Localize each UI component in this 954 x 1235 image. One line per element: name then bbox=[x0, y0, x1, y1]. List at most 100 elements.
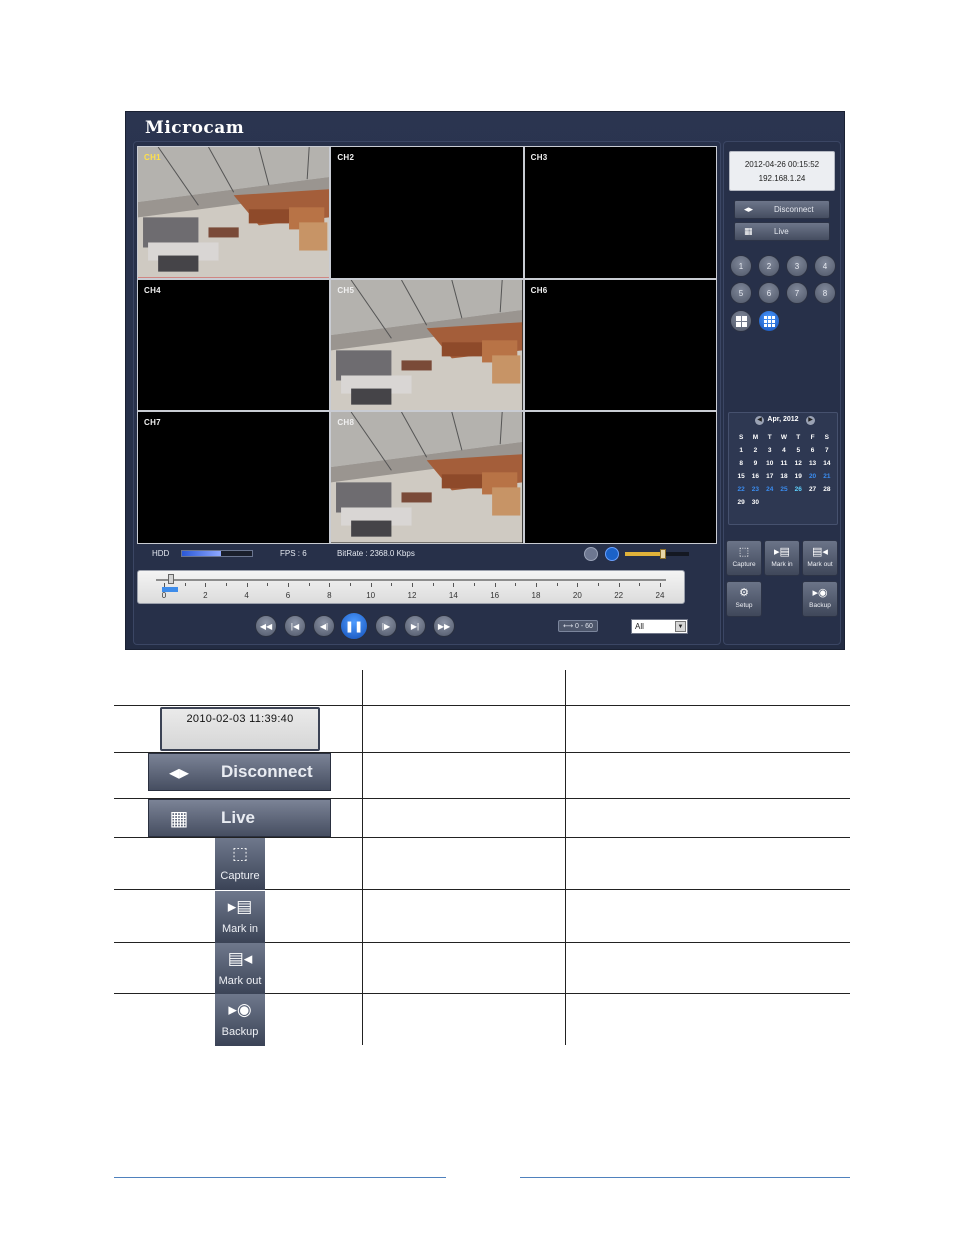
calendar-day[interactable]: 13 bbox=[805, 460, 819, 469]
channel-cell[interactable]: CH7 bbox=[138, 412, 330, 543]
camera-feed bbox=[138, 147, 330, 278]
calendar-day[interactable]: 9 bbox=[748, 460, 762, 469]
calendar-day[interactable]: 25 bbox=[777, 486, 791, 495]
calendar-day[interactable]: 27 bbox=[805, 486, 819, 495]
range-button[interactable]: ⟷ 0 - 60 bbox=[558, 620, 598, 632]
channel-button-1[interactable]: 1 bbox=[730, 255, 752, 277]
volume-knob[interactable] bbox=[660, 549, 667, 559]
calendar-day[interactable]: 30 bbox=[748, 499, 762, 508]
channel-cell[interactable]: CH6 bbox=[524, 279, 716, 411]
channel-cell[interactable]: CH8 bbox=[331, 412, 523, 543]
backup-sample-label: Backup bbox=[221, 1026, 259, 1038]
calendar-day[interactable]: 4 bbox=[777, 447, 791, 456]
capture-button[interactable]: ⬚ Capture bbox=[726, 540, 762, 576]
timeline-tick-label: 18 bbox=[531, 591, 541, 600]
calendar-day[interactable]: 5 bbox=[791, 447, 805, 456]
channel-cell[interactable]: CH4 bbox=[138, 279, 330, 411]
channel-label: CH7 bbox=[144, 418, 161, 428]
volume-slider[interactable] bbox=[625, 549, 689, 559]
speaker-icon[interactable] bbox=[584, 547, 598, 561]
timeline-minor-tick bbox=[598, 583, 599, 586]
timeline-handle[interactable] bbox=[168, 574, 174, 584]
calendar-day[interactable]: 20 bbox=[805, 473, 819, 482]
skip-start-button[interactable]: |◀ bbox=[284, 615, 306, 637]
hdd-usage-fill bbox=[182, 551, 221, 556]
calendar-day[interactable]: 14 bbox=[820, 460, 834, 469]
chevron-down-icon[interactable]: ▼ bbox=[675, 621, 686, 632]
step-forward-button[interactable]: |▶ bbox=[375, 615, 397, 637]
mark-out-button[interactable]: ▤◂ Mark out bbox=[802, 540, 838, 576]
channel-cell[interactable]: CH1 bbox=[138, 147, 330, 278]
step-back-button[interactable]: ◀| bbox=[313, 615, 335, 637]
timeline-tick bbox=[577, 583, 579, 587]
setup-button[interactable]: ⚙ Setup bbox=[726, 581, 762, 617]
channel-label: CH2 bbox=[337, 153, 355, 162]
layout-3x3-button[interactable] bbox=[758, 310, 780, 332]
channel-button-2[interactable]: 2 bbox=[758, 255, 780, 277]
timeline-tick-label: 6 bbox=[285, 591, 291, 600]
capture-sample-label: Capture bbox=[220, 870, 260, 882]
calendar-day[interactable]: 1 bbox=[734, 447, 748, 456]
calendar-day[interactable]: 8 bbox=[734, 460, 748, 469]
calendar-weekday: S bbox=[824, 434, 830, 441]
calendar-day[interactable]: 21 bbox=[820, 473, 834, 482]
calendar-day[interactable]: 23 bbox=[748, 486, 762, 495]
calendar-day[interactable]: 7 bbox=[820, 447, 834, 456]
timeline-minor-tick bbox=[474, 583, 475, 586]
fps-readout: FPS : 6 bbox=[280, 549, 307, 558]
calendar-day[interactable]: 28 bbox=[820, 486, 834, 495]
channel-cell[interactable]: CH5 bbox=[331, 279, 523, 411]
timeline-minor-tick bbox=[308, 583, 310, 586]
next-month-icon[interactable]: ▶ bbox=[806, 416, 815, 425]
calendar-day[interactable]: 29 bbox=[734, 499, 748, 508]
backup-disc-icon: ▸◉ bbox=[812, 587, 828, 599]
calendar-day[interactable]: 12 bbox=[791, 460, 805, 469]
disconnect-label: Disconnect bbox=[774, 205, 814, 214]
channel-cell[interactable]: CH2 bbox=[331, 147, 523, 278]
channel-button-3[interactable]: 3 bbox=[786, 255, 808, 277]
calendar-day[interactable]: 2 bbox=[748, 447, 762, 456]
ip-display: 192.168.1.24 bbox=[758, 174, 806, 183]
calendar-day[interactable]: 18 bbox=[777, 473, 791, 482]
layout-2x2-button[interactable] bbox=[730, 310, 752, 332]
calendar-day[interactable]: 26 bbox=[791, 486, 805, 495]
channel-button-7[interactable]: 7 bbox=[786, 282, 808, 304]
calendar-day[interactable]: 3 bbox=[763, 447, 777, 456]
capture-button-sample: ⬚ Capture bbox=[215, 838, 265, 890]
calendar-day[interactable]: 22 bbox=[734, 486, 748, 495]
backup-button[interactable]: ▸◉ Backup bbox=[802, 581, 838, 617]
channel-cell[interactable] bbox=[524, 412, 716, 543]
calendar-day[interactable]: 15 bbox=[734, 473, 748, 482]
mark-in-icon: ▸▤ bbox=[774, 546, 790, 558]
channel-button-8[interactable]: 8 bbox=[814, 282, 836, 304]
pause-button[interactable]: ❚❚ bbox=[340, 612, 368, 640]
fast-forward-button[interactable]: ▶▶ bbox=[433, 615, 455, 637]
timeline-tick bbox=[660, 583, 661, 587]
calendar-day[interactable]: 16 bbox=[748, 473, 762, 482]
timeline-tick-label: 16 bbox=[490, 591, 500, 600]
channel-button-5[interactable]: 5 bbox=[730, 282, 752, 304]
calendar-day[interactable]: 24 bbox=[763, 486, 777, 495]
mark-in-button[interactable]: ▸▤ Mark in bbox=[764, 540, 800, 576]
calendar-weekday: S bbox=[738, 434, 744, 441]
calendar-day[interactable]: 17 bbox=[763, 473, 777, 482]
event-filter-select[interactable]: All ▼ bbox=[631, 619, 688, 634]
volume-icon[interactable] bbox=[605, 547, 619, 561]
calendar-day[interactable]: 10 bbox=[763, 460, 777, 469]
disconnect-button[interactable]: ◂▸ Disconnect bbox=[734, 200, 830, 219]
calendar-day[interactable]: 11 bbox=[777, 460, 791, 469]
live-button[interactable]: ▦ Live bbox=[734, 222, 830, 241]
channel-button-4[interactable]: 4 bbox=[814, 255, 836, 277]
fast-rewind-button[interactable]: ◀◀ bbox=[255, 615, 277, 637]
volume-fill bbox=[625, 552, 661, 556]
camera-feed bbox=[331, 412, 523, 543]
channel-cell[interactable]: CH3 bbox=[524, 147, 716, 278]
plug-icon: ◂▸ bbox=[168, 761, 190, 784]
skip-end-button[interactable]: ▶| bbox=[404, 615, 426, 637]
timeline[interactable]: 0 2 4 6 8 10 12 14 16 18 20 22 24 bbox=[137, 570, 685, 604]
calendar-day[interactable]: 6 bbox=[805, 447, 819, 456]
bitrate-readout: BitRate : 2368.0 Kbps bbox=[337, 549, 415, 558]
calendar-day[interactable]: 19 bbox=[791, 473, 805, 482]
timeline-tick bbox=[453, 583, 455, 587]
channel-button-6[interactable]: 6 bbox=[758, 282, 780, 304]
